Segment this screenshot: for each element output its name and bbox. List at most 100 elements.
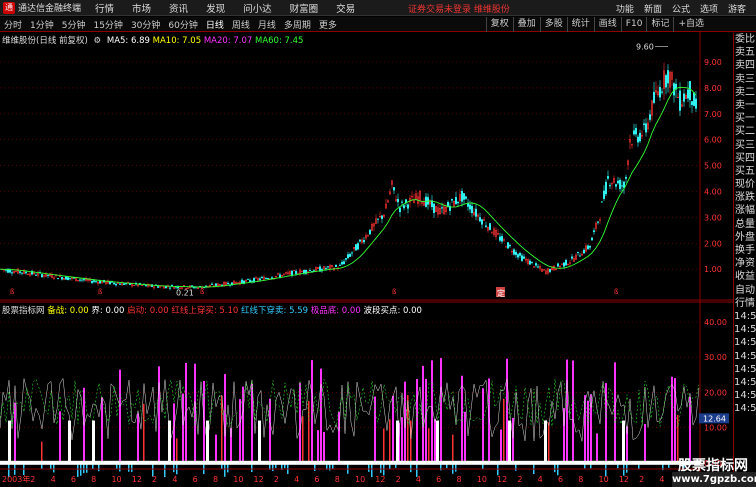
indicator-bar xyxy=(425,378,427,463)
quote-panel-item: 买一 xyxy=(735,113,755,125)
x-tick-label: 12 xyxy=(132,475,142,484)
indicator-neg-bar xyxy=(380,463,382,473)
candle-body xyxy=(433,203,435,213)
indicator-neg-bar xyxy=(53,463,55,473)
candle-body xyxy=(73,277,75,279)
candle-body xyxy=(79,279,81,281)
indicator-signal-bar xyxy=(508,420,511,463)
indicator-signal-bar xyxy=(436,420,439,463)
candle-body xyxy=(267,278,269,280)
multi-stock-button[interactable]: 多股 xyxy=(539,17,567,32)
indicator-signal-bar xyxy=(544,420,547,463)
indicator-signal-bar xyxy=(396,420,399,463)
indicator-baseline xyxy=(0,460,700,465)
indicator-bar xyxy=(587,400,589,463)
candle-body xyxy=(537,266,539,268)
period-multi[interactable]: 多周期 xyxy=(284,18,311,31)
candle-body xyxy=(617,180,619,184)
indicator-bar xyxy=(431,360,433,463)
menu-guest[interactable]: 游客 xyxy=(728,2,746,15)
draw-button[interactable]: 画线 xyxy=(593,17,621,32)
mark-button[interactable]: 标记 xyxy=(646,17,673,32)
x-tick-label: 2 xyxy=(30,475,35,484)
period-60min[interactable]: 60分钟 xyxy=(168,18,197,31)
candle-body xyxy=(695,98,697,109)
menu-market[interactable]: 市场 xyxy=(132,1,151,15)
menu-trade[interactable]: 交易 xyxy=(336,1,355,15)
candle-body xyxy=(587,245,589,250)
indicator-bar xyxy=(383,428,385,463)
candle-body xyxy=(621,185,623,187)
candle-body xyxy=(507,242,509,249)
menu-quotes[interactable]: 行情 xyxy=(95,1,114,15)
period-30min[interactable]: 30分钟 xyxy=(131,18,160,31)
candle-body xyxy=(119,283,121,285)
period-intraday[interactable]: 分时 xyxy=(4,18,22,31)
indicator-neg-bar xyxy=(83,463,85,474)
ma5-label: MA5: 6.89 xyxy=(106,36,150,46)
quote-panel-item: 净资 xyxy=(735,258,755,270)
indicator-bar xyxy=(488,378,490,463)
period-monthly[interactable]: 月线 xyxy=(258,18,276,31)
candle-body xyxy=(565,260,567,266)
candle-body xyxy=(635,128,637,135)
indicator-neg-bar xyxy=(164,463,166,478)
menu-news[interactable]: 资讯 xyxy=(169,1,188,15)
indicator-bar xyxy=(323,432,325,463)
quote-panel-item: 14:50 xyxy=(734,390,756,402)
menu-wealth[interactable]: 财富圈 xyxy=(290,1,319,15)
stats-button[interactable]: 统计 xyxy=(566,17,594,32)
x-tick-label: 4 xyxy=(294,475,299,484)
menu-options[interactable]: 选项 xyxy=(700,2,718,15)
f10-button[interactable]: F10 xyxy=(620,17,647,32)
period-5min[interactable]: 5分钟 xyxy=(62,18,86,31)
x-tick-label: 8 xyxy=(335,475,340,484)
indicator-signal-bar xyxy=(68,420,71,463)
indicator-neg-bar xyxy=(77,463,79,477)
candle-body xyxy=(665,75,667,88)
indicator-signal-bar xyxy=(258,420,261,463)
period-weekly[interactable]: 周线 xyxy=(232,18,250,31)
indicator-neg-bar xyxy=(272,463,274,472)
adjust-button[interactable]: 复权 xyxy=(485,17,513,32)
candle-body xyxy=(563,262,565,267)
quote-panel-item: 收益 xyxy=(735,271,755,283)
indicator-neg-bar xyxy=(383,463,385,476)
candle-body xyxy=(351,252,353,254)
candle-body xyxy=(335,264,337,267)
indicator-y-tick: 20.00 xyxy=(704,388,727,397)
chart-area[interactable]: 9.00 8.00 7.00 6.00 5.00 4.00 3.00 2.00 1.00 9.60… xyxy=(0,32,733,487)
add-watchlist-button[interactable]: +自选 xyxy=(673,17,708,32)
indicator-bar xyxy=(185,362,187,463)
toolbar-buttons: 复权 叠加 多股 统计 画线 F10 标记 +自选 xyxy=(485,17,708,32)
menu-formula[interactable]: 公式 xyxy=(672,2,690,15)
period-1min[interactable]: 1分钟 xyxy=(30,18,54,31)
candle-body xyxy=(363,239,365,243)
period-more[interactable]: 更多 xyxy=(319,18,337,31)
candle-body xyxy=(259,278,261,281)
indicator-header: 股票指标网 备战: 0.00 界: 0.00 启动: 0.00 红线上穿买: 5… xyxy=(2,304,422,316)
candle-body xyxy=(597,221,599,223)
menu-function[interactable]: 功能 xyxy=(616,2,634,15)
x-tick-label: 4 xyxy=(416,475,421,484)
settings-icon[interactable]: ⚙ xyxy=(94,36,102,46)
indicator-neg-bar xyxy=(128,463,130,472)
menu-discover[interactable]: 发现 xyxy=(206,1,225,15)
indicator-bar xyxy=(434,419,436,463)
candle-body xyxy=(625,176,627,179)
indicator-name[interactable]: 股票指标网 xyxy=(2,306,45,316)
login-banner[interactable]: 证券交易未登录 维维股份 xyxy=(408,2,510,15)
indicator-bar xyxy=(389,419,391,463)
menu-new-page[interactable]: 新面 xyxy=(644,2,662,15)
candle-body xyxy=(293,270,295,272)
period-daily[interactable]: 日线 xyxy=(206,18,224,31)
menu-ask[interactable]: 问小达 xyxy=(243,1,272,15)
quote-panel-item: 卖五 xyxy=(735,47,755,59)
indicator-bar xyxy=(503,398,505,463)
candle-body xyxy=(523,256,525,259)
candle-body xyxy=(471,205,473,214)
x-tick-label: 10 xyxy=(111,475,121,484)
period-15min[interactable]: 15分钟 xyxy=(93,18,122,31)
overlay-button[interactable]: 叠加 xyxy=(512,17,540,32)
indicator-neg-bar xyxy=(515,463,517,471)
